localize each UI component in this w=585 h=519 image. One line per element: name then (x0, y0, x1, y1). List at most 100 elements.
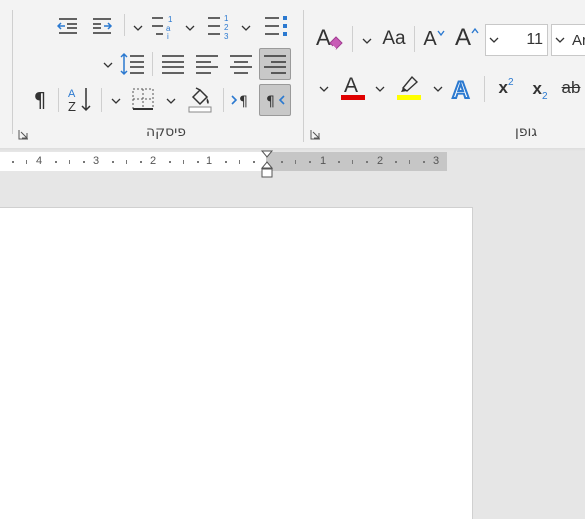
font-color-button[interactable]: A (337, 72, 369, 104)
shrink-font-label: A (423, 27, 437, 50)
align-left-icon (196, 55, 218, 74)
ruler-number: 1 (320, 155, 327, 167)
grow-font-label: A (454, 24, 471, 51)
superscript-label: x (498, 78, 508, 97)
shading-button[interactable] (185, 84, 215, 114)
shrink-font-button[interactable]: A (420, 24, 448, 54)
svg-text:A: A (344, 74, 358, 97)
chevron-down-icon[interactable] (488, 34, 500, 46)
strikethrough-label: ab (561, 78, 581, 97)
right-to-left-button[interactable]: ¶ (259, 84, 291, 116)
text-effects-button[interactable]: A (448, 72, 478, 104)
numbering-button[interactable]: 123 (204, 12, 234, 40)
font-name-combobox[interactable]: Ar (551, 24, 585, 56)
strikethrough-button[interactable]: ab (557, 74, 585, 102)
ruler-number: 2 (377, 155, 384, 167)
bullets-button[interactable] (262, 12, 290, 40)
svg-text:Z: Z (68, 99, 76, 113)
ruler-number: 4 (36, 155, 43, 167)
sort-button[interactable]: AZ (64, 84, 96, 114)
clear-formatting-button[interactable]: A (313, 22, 345, 52)
svg-text:¶: ¶ (239, 94, 248, 110)
increase-indent-button[interactable] (89, 14, 115, 38)
ruler-tick (26, 160, 27, 164)
ruler-dot (366, 161, 368, 163)
horizontal-ruler[interactable]: 4 3 2 1 1 2 3 (0, 150, 447, 178)
svg-text:i: i (167, 32, 169, 39)
svg-text:A: A (452, 77, 469, 102)
subscript-digit: 2 (541, 90, 548, 102)
justify-button[interactable] (158, 50, 188, 78)
chevron-down-icon[interactable] (318, 83, 330, 95)
dialog-launcher-icon[interactable] (17, 128, 31, 142)
font-size-value[interactable]: 11 (526, 31, 543, 49)
align-right-icon (264, 55, 286, 74)
highlighter-icon (397, 75, 421, 100)
chevron-down-icon[interactable] (102, 59, 114, 71)
chevron-down-icon[interactable] (240, 22, 252, 34)
clear-formatting-icon: A (316, 25, 343, 50)
ruler-number: 3 (433, 155, 440, 167)
ruler-dot (281, 161, 283, 163)
ruler-dot (83, 161, 85, 163)
align-right-button[interactable] (259, 48, 291, 80)
ruler-margin-area (266, 152, 447, 171)
left-to-right-button[interactable]: ¶ (228, 86, 256, 114)
ruler-dot (338, 161, 340, 163)
grow-font-button[interactable]: A (452, 22, 482, 54)
align-left-button[interactable] (192, 50, 222, 78)
increase-indent-icon (93, 18, 113, 34)
separator (223, 88, 224, 112)
svg-text:3: 3 (224, 32, 229, 39)
svg-text:1: 1 (168, 15, 173, 24)
chevron-down-icon[interactable] (554, 34, 566, 46)
numbering-icon: 123 (208, 14, 229, 39)
document-page[interactable] (0, 207, 473, 519)
change-case-label: Aa (382, 28, 406, 49)
ruler-dot (169, 161, 171, 163)
font-name-value[interactable]: Ar (572, 32, 585, 49)
ruler-dot (197, 161, 199, 163)
superscript-button[interactable]: x2 (492, 74, 520, 102)
subscript-button[interactable]: x2 (526, 74, 554, 104)
chevron-down-icon[interactable] (361, 35, 373, 47)
separator (58, 88, 59, 112)
ruler-dot (55, 161, 57, 163)
chevron-down-icon[interactable] (165, 95, 177, 107)
ruler-tick (409, 160, 410, 164)
chevron-down-icon[interactable] (132, 22, 144, 34)
line-spacing-button[interactable] (117, 50, 147, 78)
caret-down-icon (437, 30, 445, 37)
highlight-color-button[interactable] (393, 72, 425, 104)
decrease-indent-icon (57, 18, 77, 34)
chevron-down-icon[interactable] (184, 22, 196, 34)
align-center-icon (230, 55, 252, 74)
superscript-digit: 2 (507, 76, 514, 88)
chevron-down-icon[interactable] (432, 83, 444, 95)
indent-marker[interactable] (260, 150, 274, 180)
borders-icon (132, 88, 154, 110)
left-separator (12, 10, 13, 134)
chevron-down-icon[interactable] (374, 83, 386, 95)
ruler-tick (126, 160, 127, 164)
separator (101, 88, 102, 112)
show-formatting-marks-button[interactable]: ¶ (26, 86, 54, 114)
separator (484, 76, 485, 102)
ruler-tick (183, 160, 184, 164)
chevron-down-icon[interactable] (110, 95, 122, 107)
ruler-number: 1 (206, 155, 213, 167)
font-size-combobox[interactable]: 11 (485, 24, 548, 56)
decrease-indent-button[interactable] (55, 14, 81, 38)
dialog-launcher-icon[interactable] (309, 128, 323, 142)
borders-button[interactable] (128, 85, 158, 113)
group-separator (303, 10, 304, 142)
change-case-button[interactable]: Aa (378, 24, 410, 54)
separator (414, 26, 415, 52)
ruler-dot (309, 161, 311, 163)
ruler-tick (69, 160, 70, 164)
paint-bucket-icon (188, 87, 212, 113)
svg-text:2: 2 (224, 23, 229, 32)
multilevel-list-button[interactable]: 1ai (148, 12, 178, 40)
align-center-button[interactable] (226, 50, 256, 78)
ruler-tick (239, 160, 240, 164)
